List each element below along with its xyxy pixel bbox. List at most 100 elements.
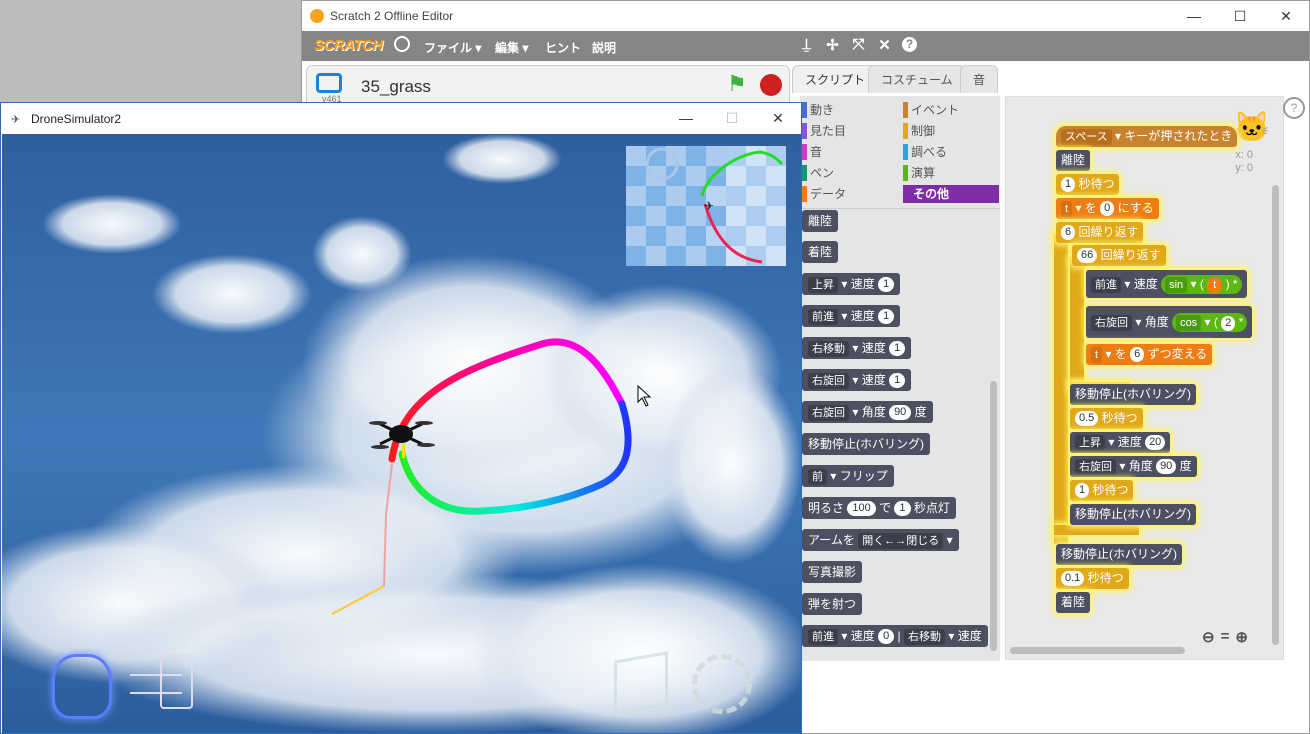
svg-text:✈: ✈ [704,199,714,213]
presentation-mode-button[interactable] [316,73,342,93]
script-wait-4-block[interactable]: 0.1 秒待つ [1056,568,1129,589]
category-sound[interactable]: 音 [802,143,900,161]
palette-block-rotate-speed[interactable]: 右旋回 ▾ 速度 1 [802,369,912,391]
palette-block-side-speed[interactable]: 右移動 ▾ 速度 1 [802,337,912,359]
help-tool-icon[interactable]: ? [902,37,917,52]
script-takeoff-block[interactable]: 離陸 [1056,150,1091,171]
tab-costumes[interactable]: コスチューム [868,65,966,93]
sky-viewport[interactable]: ✈ [2,134,801,733]
drone-simulator-window: ✈ DroneSimulator2 — ☐ ✕ ✈ [0,102,802,734]
category-data[interactable]: データ [802,185,900,203]
zoom-controls: ⊖ = ⊕ [1202,628,1248,646]
palette-block-combined-speed[interactable]: 前進 ▾ 速度 0 | 右移動 ▾ 速度 [802,625,988,647]
drone-window-title: DroneSimulator2 [31,112,122,126]
project-name[interactable]: 35_grass [361,77,431,97]
menu-tips[interactable]: ヒント [545,39,581,56]
zoom-in-icon[interactable]: ⊕ [1235,628,1248,646]
sin-reporter[interactable]: sin ▾ ( t ) * [1161,275,1242,295]
palette-block-takeoff[interactable]: 離陸 [802,210,839,232]
scripts-horizontal-scrollbar[interactable] [1010,647,1185,654]
hat-key-pressed-block[interactable]: スペース ▾ キーが押されたとき [1056,126,1238,147]
script-up-speed-block[interactable]: 上昇 ▾ 速度 20 [1070,432,1171,453]
block-palette: 動き 見た目 音 ペン データ イベント 制御 調べる 演算 その他 離陸 着陸… [800,96,1000,661]
copy-tool-icon[interactable]: ⍊ [798,36,815,54]
scratch-titlebar: Scratch 2 Offline Editor — ☐ ✕ [302,1,1309,31]
close-button[interactable]: ✕ [1263,1,1309,31]
sprite-coordinates: x: 0 y: 0 [1235,149,1253,174]
tab-sounds[interactable]: 音 [960,65,999,93]
script-hover-block-2[interactable]: 移動停止(ホバリング) [1070,504,1196,525]
scratch-window-title: Scratch 2 Offline Editor [330,9,454,23]
shrink-tool-icon[interactable]: ✕ [876,36,893,54]
script-hover-block-3[interactable]: 移動停止(ホバリング) [1056,544,1182,565]
palette-block-rotate-angle[interactable]: 右旋回 ▾ 角度 90 度 [802,401,933,423]
category-events[interactable]: イベント [903,101,999,119]
palette-scrollbar[interactable] [990,381,997,651]
zoom-out-icon[interactable]: ⊖ [1202,628,1215,646]
editor-tabs: スクリプト コスチューム 音 [792,65,1309,93]
script-repeat-outer-block[interactable]: 6 回繰り返す [1056,222,1144,243]
repeat-outer-arm [1054,234,1068,544]
side-help-icon[interactable]: ? [1283,97,1305,119]
script-set-variable-block[interactable]: t ▾ を 0 にする [1056,198,1159,219]
category-list: 動き 見た目 音 ペン データ イベント 制御 調べる 演算 その他 [800,96,1000,209]
minimize-button[interactable]: — [1171,1,1217,31]
palette-block-land[interactable]: 着陸 [802,241,839,263]
drone-minimize-button[interactable]: — [663,103,709,133]
category-operators[interactable]: 演算 [903,164,999,182]
cube-icon[interactable] [614,651,668,715]
palette-block-flip[interactable]: 前 ▾ フリップ [802,465,894,487]
palette-block-vertical-speed[interactable]: 上昇 ▾ 速度 1 [802,273,901,295]
globe-icon[interactable] [394,36,410,52]
script-change-variable-block[interactable]: t ▾ を 6 ずつ変える [1086,344,1213,365]
gear-icon[interactable] [692,654,752,714]
palette-block-light[interactable]: 明るさ 100 で 1 秒点灯 [802,497,956,519]
cut-tool-icon[interactable]: ✢ [824,36,841,54]
script-rotate-angle-block[interactable]: 右旋回 ▾ 角度 cos ▾ ( 2 * [1086,306,1253,338]
scripts-vertical-scrollbar[interactable] [1272,185,1279,645]
script-turn-angle-block[interactable]: 右旋回 ▾ 角度 90 度 [1070,456,1197,477]
drone-maximize-button[interactable]: ☐ [709,103,755,133]
scratch-app-icon [310,9,324,23]
script-wait-2-block[interactable]: 0.5 秒待つ [1070,408,1143,429]
palette-block-shoot[interactable]: 弾を射つ [802,593,863,615]
menu-edit[interactable]: 編集 ▾ [495,39,528,56]
script-forward-speed-block[interactable]: 前進 ▾ 速度 sin ▾ ( t ) * [1086,270,1247,298]
repeat-outer-foot [1054,525,1139,535]
category-sensing[interactable]: 調べる [903,143,999,161]
scripts-area: 🐱 x: 0 y: 0 スペース ▾ キーが押されたとき 離陸 1 秒待つ t … [1005,96,1284,660]
script-hover-block-1[interactable]: 移動停止(ホバリング) [1070,384,1196,405]
tab-scripts[interactable]: スクリプト [792,65,879,93]
script-wait-3-block[interactable]: 1 秒待つ [1070,480,1134,501]
palette-block-forward-speed[interactable]: 前進 ▾ 速度 1 [802,305,901,327]
palette-block-hover[interactable]: 移動停止(ホバリング) [802,433,930,455]
repeat-inner-arm [1070,257,1084,382]
category-looks[interactable]: 見た目 [802,122,900,140]
drone-mini-icon [130,674,182,694]
scratch-cat-icon[interactable] [52,654,112,719]
category-motion[interactable]: 動き [802,101,900,119]
drone-close-button[interactable]: ✕ [755,103,801,133]
stop-icon[interactable] [760,74,782,96]
grow-tool-icon[interactable]: ⤧ [850,36,867,54]
scratch-logo[interactable]: SCRATCH [310,36,387,56]
sky-scene: ✈ [2,134,801,733]
script-wait-1-block[interactable]: 1 秒待つ [1056,174,1120,195]
maximize-button[interactable]: ☐ [1217,1,1263,31]
category-control[interactable]: 制御 [903,122,999,140]
sprite-cat-icon: 🐱 [1233,111,1271,144]
drone-titlebar: ✈ DroneSimulator2 — ☐ ✕ [1,103,801,134]
palette-block-photo[interactable]: 写真撮影 [802,561,863,583]
script-land-block[interactable]: 着陸 [1056,592,1091,613]
menu-about[interactable]: 説明 [592,39,616,56]
script-repeat-inner-block[interactable]: 66 回繰り返す [1072,245,1166,266]
palette-block-arm[interactable]: アームを 開く←→閉じる ▾ [802,529,959,551]
minimap: ✈ [626,146,786,266]
category-pen[interactable]: ペン [802,164,900,182]
drone-app-icon: ✈ [11,114,21,126]
category-more-blocks[interactable]: その他 [903,185,999,203]
zoom-reset-icon[interactable]: = [1221,628,1230,646]
cos-reporter[interactable]: cos ▾ ( 2 * [1172,313,1248,333]
menu-file[interactable]: ファイル ▾ [424,39,481,56]
green-flag-icon[interactable]: ⚑ [727,73,747,95]
